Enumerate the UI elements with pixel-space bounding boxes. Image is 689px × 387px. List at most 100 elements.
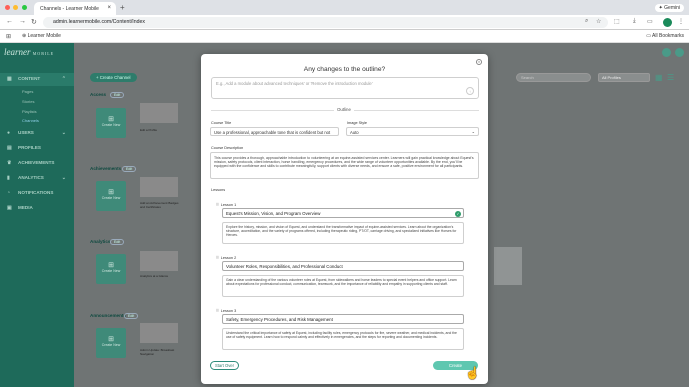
edit-announcements-button[interactable]: Edit — [124, 313, 139, 319]
add-icon: ⊞ — [108, 116, 114, 123]
create-new-card[interactable]: ⊞ Create New — [96, 181, 126, 211]
course-description-textarea[interactable]: This course provides a thorough, approac… — [210, 152, 479, 179]
thumbnail[interactable] — [140, 177, 178, 197]
list-view-icon[interactable]: ☰ — [667, 73, 674, 82]
image-style-label: Image Style — [347, 121, 368, 125]
start-over-button[interactable]: Start Over — [210, 361, 239, 370]
thumb-label: Edit a Profile — [140, 128, 158, 132]
sidebar-item-label: ANALYTICS — [18, 175, 44, 180]
sidepanel-icon[interactable]: ▭ — [647, 18, 653, 25]
browser-tab[interactable]: Channels - Learner Mobile × — [34, 2, 116, 15]
profile-avatar[interactable] — [663, 18, 672, 27]
tab-close-icon[interactable]: × — [107, 5, 111, 11]
lesson-1-description[interactable]: Explore the history, mission, and vision… — [222, 222, 464, 244]
new-tab-icon[interactable]: + — [120, 3, 125, 12]
bookmark-learner-mobile[interactable]: ⊕ Learner Mobile — [22, 33, 61, 39]
send-icon[interactable]: ↑ — [466, 87, 474, 95]
sidebar-subitem-pages[interactable]: Pages — [22, 89, 33, 94]
apps-grid-icon[interactable]: ⊞ — [6, 33, 11, 40]
lesson-2-description[interactable]: Gain a clear understanding of the variou… — [222, 275, 464, 297]
edit-analytics-button[interactable]: Edit — [110, 239, 125, 245]
grid-view-icon[interactable]: ▦ — [655, 73, 663, 82]
sidebar-item-profiles[interactable]: ▤ PROFILES — [0, 142, 74, 155]
edit-access-button[interactable]: Edit — [110, 92, 125, 98]
lesson-2-title-input[interactable]: Volunteer Roles, Responsibilities, and P… — [222, 261, 464, 271]
logo-text: learner — [4, 47, 31, 57]
ai-assist-icon[interactable]: ✓ — [455, 210, 461, 217]
zoom-icon[interactable]: ⌕ — [585, 18, 588, 25]
section-title-announcements: Announcements — [90, 313, 126, 318]
sidebar-item-media[interactable]: ▣ MEDIA — [0, 202, 74, 215]
lessons-label: Lessons — [211, 188, 226, 192]
add-icon: ⊞ — [108, 262, 114, 269]
thumbnail[interactable] — [494, 247, 522, 285]
lesson-title-text: Equest's Mission, Vision, and Program Ov… — [226, 211, 321, 216]
drag-handle-icon[interactable]: ⠿ — [216, 309, 219, 313]
thumbnail[interactable] — [140, 323, 178, 343]
minimize-window-button[interactable] — [13, 5, 19, 10]
pointer-cursor-icon: ☝ — [465, 366, 480, 380]
sidebar-subitem-stories[interactable]: Stories — [22, 99, 34, 104]
create-new-card[interactable]: ⊞ Create New — [96, 328, 126, 358]
download-icon[interactable]: ⤓ — [633, 18, 636, 25]
forward-icon[interactable]: → — [19, 18, 26, 25]
create-channel-button[interactable]: + Create Channel — [90, 73, 137, 82]
close-window-button[interactable] — [5, 5, 10, 10]
chevron-up-icon: ⌃ — [61, 76, 66, 82]
create-new-card[interactable]: ⊞ Create New — [96, 108, 126, 138]
sidebar-item-label: PROFILES — [18, 145, 41, 150]
browser-toolbar: ← → ↻ admin.learnermobile.com/Content/In… — [0, 15, 689, 30]
bookmark-label: Learner Mobile — [27, 33, 61, 39]
modal-title: Any changes to the outline? — [303, 66, 386, 73]
lesson-1-title-input[interactable]: Equest's Mission, Vision, and Program Ov… — [222, 208, 464, 218]
changes-prompt-input[interactable]: E.g., Add a module about advanced techni… — [211, 77, 479, 99]
thumbnail[interactable] — [140, 251, 178, 271]
window-controls — [5, 5, 29, 12]
all-bookmarks-button[interactable]: ▭ All Bookmarks — [646, 33, 684, 39]
sidebar-subitem-channels[interactable]: Channels — [22, 118, 39, 123]
create-new-label: Create New — [101, 196, 121, 200]
create-new-label: Create New — [101, 123, 121, 127]
address-bar[interactable]: admin.learnermobile.com/Content/Index — [43, 17, 608, 28]
thumbnail[interactable] — [140, 103, 178, 123]
sidebar-item-users[interactable]: ● USERS ⌄ — [0, 127, 74, 140]
add-icon: ⊞ — [108, 189, 114, 196]
maximize-window-button[interactable] — [21, 5, 27, 10]
course-title-input[interactable]: Use a professional, approachable tone th… — [210, 127, 339, 136]
drag-handle-icon[interactable]: ⠿ — [216, 203, 219, 207]
lesson-3-description[interactable]: Understand the critical importance of sa… — [222, 328, 464, 350]
app-logo[interactable]: learner MOBILE — [4, 47, 54, 57]
lesson-2-header: ⠿ Lesson 2 — [216, 255, 236, 260]
menu-kebab-icon[interactable]: ⋮ — [678, 18, 684, 25]
close-icon[interactable]: × — [476, 59, 482, 65]
sidebar-item-content[interactable]: ▦ CONTENT ⌃ — [0, 73, 74, 86]
user-avatar[interactable] — [675, 48, 684, 57]
create-new-card[interactable]: ⊞ Create New — [96, 254, 126, 284]
profiles-select[interactable]: All Profiles — [598, 73, 650, 82]
sidebar-item-label: USERS — [18, 130, 34, 135]
search-input[interactable]: Search — [516, 73, 591, 82]
extensions-icon[interactable]: ⬚ — [614, 18, 620, 25]
reload-icon[interactable]: ↻ — [31, 18, 37, 26]
lesson-1-header: ⠿ Lesson 1 — [216, 202, 236, 207]
section-title-access: Access — [90, 92, 107, 97]
sidebar-item-achievements[interactable]: ♛ ACHIEVEMENTS — [0, 157, 74, 170]
back-icon[interactable]: ← — [6, 18, 13, 25]
grid-icon: ▦ — [7, 76, 12, 82]
edit-achievements-button[interactable]: Edit — [122, 166, 137, 172]
bookmark-star-icon[interactable]: ☆ — [596, 18, 601, 25]
thumb-label: Admin Update: Broadcast Navigation — [140, 348, 175, 356]
browser-tab-strip: Channels - Learner Mobile × + ✦ Gemini — [0, 0, 689, 15]
help-icon[interactable] — [662, 48, 671, 57]
gemini-button[interactable]: ✦ Gemini — [654, 4, 684, 12]
sidebar-subitem-playlists[interactable]: Playlists — [22, 109, 37, 114]
image-style-select[interactable]: Auto ⌄ — [346, 127, 479, 136]
sidebar-item-analytics[interactable]: ▮ ANALYTICS ⌄ — [0, 172, 74, 185]
course-description-label: Course Description — [211, 146, 244, 150]
lesson-3-header: ⠿ Lesson 3 — [216, 308, 236, 313]
lesson-3-title-input[interactable]: Safety, Emergency Procedures, and Risk M… — [222, 314, 464, 324]
sidebar-item-notifications[interactable]: ◔ NOTIFICATIONS — [0, 187, 74, 200]
gemini-label: Gemini — [664, 5, 680, 11]
drag-handle-icon[interactable]: ⠿ — [216, 256, 219, 260]
outline-modal: × Any changes to the outline? E.g., Add … — [201, 54, 488, 384]
